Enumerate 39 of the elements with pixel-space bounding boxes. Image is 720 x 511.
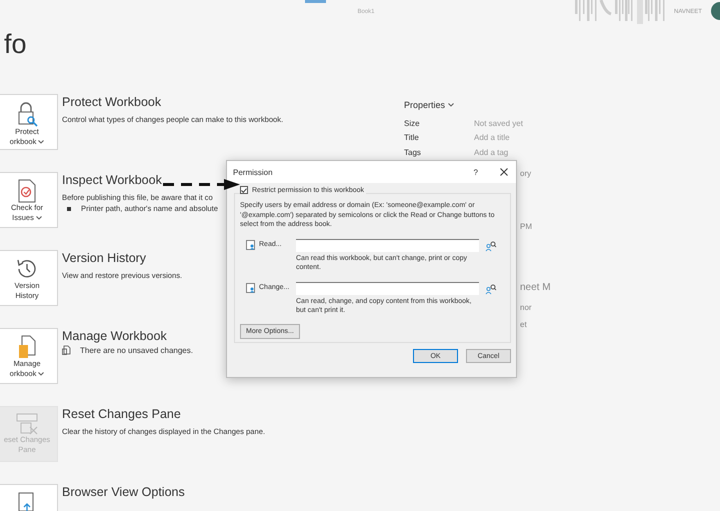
- user-search-icon[interactable]: [485, 284, 497, 294]
- property-label: Title: [404, 133, 420, 142]
- caret-icon: [38, 372, 44, 376]
- properties-menu[interactable]: Properties: [404, 100, 720, 110]
- section-title: Reset Changes Pane: [62, 406, 181, 423]
- help-button[interactable]: ?: [474, 168, 478, 176]
- input-field[interactable]: [296, 282, 479, 294]
- document-icon: [17, 335, 37, 359]
- pane-clear-icon: [15, 413, 39, 435]
- property-value: ory: [520, 168, 532, 178]
- bullet-icon: [67, 206, 71, 210]
- section-title: Inspect Workbook: [62, 172, 162, 189]
- caret-icon: [38, 140, 44, 144]
- documents-icon: [62, 345, 71, 355]
- check-icon: [241, 188, 247, 192]
- property-value: nor: [520, 302, 533, 312]
- page-title: fo: [4, 28, 28, 61]
- section-title: Browser View Options: [62, 484, 185, 501]
- checkbox[interactable]: [240, 186, 248, 194]
- document-check-icon: [17, 179, 37, 203]
- property-label: Size: [404, 118, 421, 128]
- address-book-icon: [246, 240, 256, 250]
- lock-key-icon: [16, 101, 38, 127]
- section-title: Protect Workbook: [62, 94, 162, 111]
- status-note: There are no unsaved changes.: [80, 346, 193, 354]
- caret-icon: [36, 216, 42, 220]
- section-title: Manage Workbook: [62, 328, 167, 345]
- input-field[interactable]: [296, 238, 479, 252]
- property-value: neet M: [520, 282, 552, 292]
- dialog-title: Permission: [233, 168, 274, 176]
- caret-icon: [448, 103, 454, 107]
- active-tab-indicator: [305, 0, 326, 3]
- close-icon[interactable]: [500, 168, 508, 176]
- section-title: Version History: [62, 250, 146, 267]
- property-value: PM: [520, 222, 533, 230]
- property-value: et: [520, 320, 528, 328]
- user-search-icon[interactable]: [485, 240, 497, 252]
- address-book-icon: [246, 282, 256, 292]
- property-label: Tags: [404, 148, 422, 157]
